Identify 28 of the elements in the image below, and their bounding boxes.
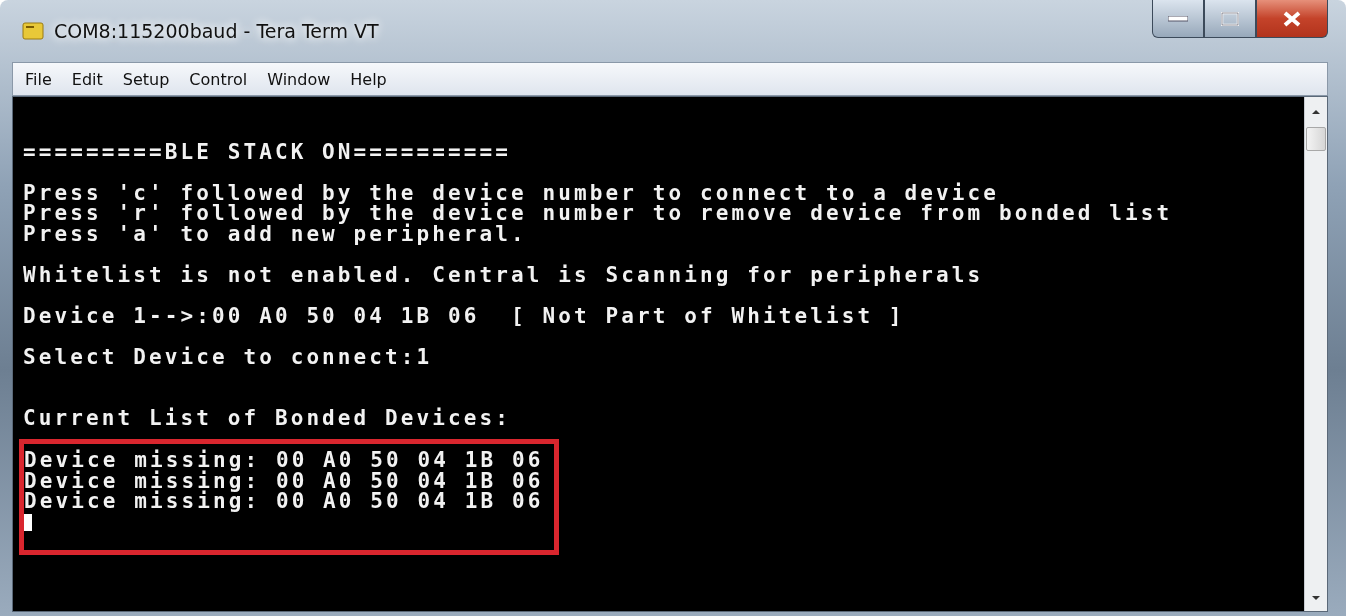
text-cursor — [24, 513, 32, 531]
terminal-line: Select Device to connect:1 — [23, 346, 434, 367]
terminal-line: Whitelist is not enabled. Central is Scanning for peripherals — [23, 264, 985, 285]
menu-item[interactable]: Setup — [114, 66, 178, 92]
close-button[interactable] — [1256, 0, 1328, 38]
minimize-icon — [1168, 15, 1188, 22]
terminal-line: Device missing: 00 A0 50 04 1B 06 — [24, 491, 545, 512]
maximize-button[interactable] — [1204, 0, 1256, 38]
window-title: COM8:115200baud - Tera Term VT — [54, 20, 380, 42]
maximize-icon — [1221, 11, 1239, 26]
close-icon — [1282, 10, 1302, 27]
terminal-line: Current List of Bonded Devices: — [23, 408, 513, 429]
menu-item[interactable]: Control — [181, 66, 256, 92]
terminal-line: Device 1-->:00 A0 50 04 1B 06 [ Not Part of Whitelist ] — [23, 305, 906, 326]
menu-item[interactable]: Window — [259, 66, 339, 92]
minimize-button[interactable] — [1152, 0, 1204, 38]
scroll-thumb[interactable] — [1306, 127, 1326, 151]
menu-item[interactable]: Edit — [63, 66, 111, 92]
scrollbar[interactable] — [1304, 97, 1327, 611]
terminal-line: Press 'a' to add new peripheral. — [23, 223, 528, 244]
terminal-line: Device missing: 00 A0 50 04 1B 06 — [24, 470, 545, 491]
app-icon — [22, 21, 44, 41]
terminal-line: =========BLE STACK ON========== — [23, 141, 513, 162]
terminal-line: Device missing: 00 A0 50 04 1B 06 — [24, 450, 545, 471]
terminal-line: Press 'r' followed by the device number to remove device from bonded list — [23, 203, 1174, 224]
terminal-line: Press 'c' followed by the device number to connect to a device — [23, 182, 1000, 203]
menu-item[interactable]: File — [17, 66, 60, 92]
menu-item[interactable]: Help — [342, 66, 395, 92]
